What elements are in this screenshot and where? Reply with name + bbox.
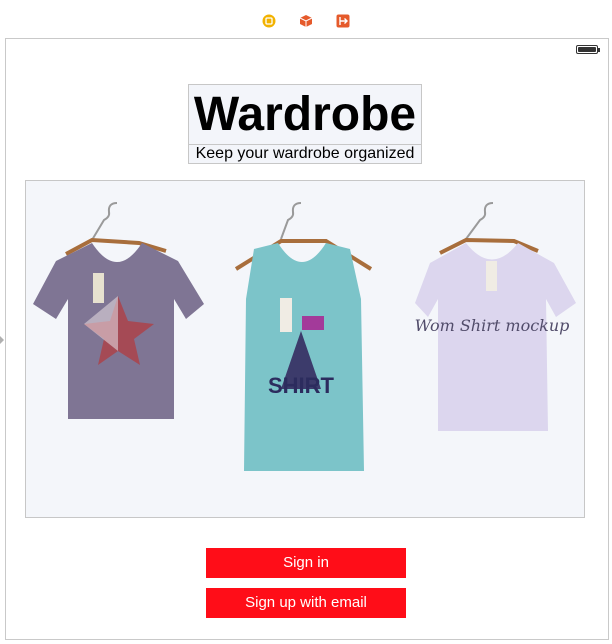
battery-icon [576,45,600,54]
sign-up-email-button[interactable]: Sign up with email [206,588,406,618]
tank-print-text: SHIRT [268,373,335,398]
page-subtitle: Keep your wardrobe organized [188,145,422,164]
cube-icon[interactable] [299,14,313,28]
teal-tank-top: SHIRT [234,202,373,471]
entry-point-arrow-icon [0,336,4,344]
view-controller-icon[interactable] [262,14,276,28]
page-title: Wardrobe [188,84,422,145]
storyboard-scene-dock [0,0,612,38]
lavender-tshirt: Wom Shirt mockup [415,202,576,431]
lavender-print-text: Wom Shirt mockup [415,316,570,335]
purple-star-tshirt [33,202,204,419]
exit-icon[interactable] [336,14,350,28]
sign-in-button[interactable]: Sign in [206,548,406,578]
hero-image: SHIRT Wom Shirt mockup [25,180,585,518]
